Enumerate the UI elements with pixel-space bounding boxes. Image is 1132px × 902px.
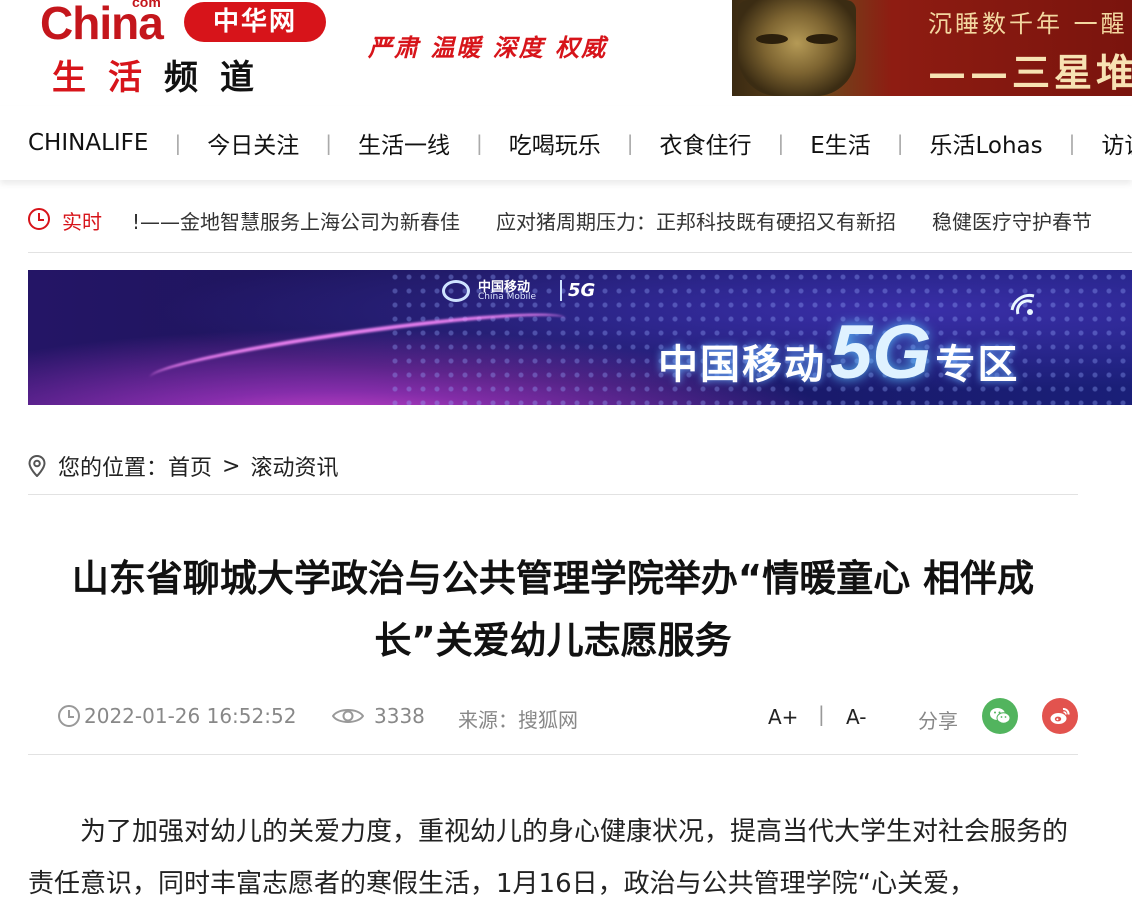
nav-item-lohas[interactable]: 乐活Lohas [929, 126, 1042, 160]
banner-title-prefix: 中国移动 [658, 342, 826, 388]
publish-datetime: 2022-01-26 16:52:52 [84, 704, 297, 728]
divider [28, 494, 1078, 495]
wechat-icon [990, 708, 1011, 724]
publish-time: 2022-01-26 16:52:52 [58, 704, 296, 728]
ticker-item[interactable]: 稳健医疗守护春节 [932, 206, 1092, 235]
nav-item-interview[interactable]: 访谈 [1101, 126, 1132, 160]
ticker-label: 实时 [62, 210, 102, 234]
ticker-item[interactable]: !——金地智慧服务上海公司为新春佳 [132, 206, 460, 235]
breadcrumb-prefix: 您的位置： [58, 456, 169, 481]
nav-separator: | [777, 131, 785, 155]
logo-com-text: com [132, 0, 161, 10]
share-label: 分享 [918, 709, 958, 733]
nav-separator: | [174, 131, 182, 155]
channel-char-4: 道 [220, 58, 276, 98]
location-pin-icon [28, 455, 46, 477]
china-mobile-mark-icon [442, 280, 470, 302]
mask-eye-left [756, 34, 788, 44]
china-mobile-logo: 中国移动 China Mobile 5G [442, 278, 612, 306]
article-meta: 2022-01-26 16:52:52 3338 来源：搜狐网 A+ | A- … [28, 698, 1078, 738]
nav-separator: | [475, 131, 483, 155]
logo-5g-badge: 5G [560, 280, 595, 301]
nav-list: CHINALIFE | 今日关注 | 生活一线 | 吃喝玩乐 | 衣食住行 | … [28, 106, 1132, 180]
logo-badge: 中华网 [184, 2, 326, 42]
nav-item-frontline[interactable]: 生活一线 [358, 126, 450, 160]
nav-item-food-fun[interactable]: 吃喝玩乐 [509, 126, 601, 160]
nav-item-chinalife[interactable]: CHINALIFE [28, 130, 148, 156]
weibo-icon [1050, 708, 1070, 724]
main-nav: CHINALIFE | 今日关注 | 生活一线 | 吃喝玩乐 | 衣食住行 | … [0, 106, 1132, 180]
font-size-increase-button[interactable]: A+ [768, 705, 798, 729]
share-wechat-button[interactable] [982, 698, 1018, 734]
breadcrumb-home-link[interactable]: 首页 [168, 450, 212, 482]
article-body-paragraph: 为了加强对幼儿的关爱力度，重视幼儿的身心健康状况，提高当代大学生对社会服务的责任… [28, 817, 1069, 899]
nav-item-daily-living[interactable]: 衣食住行 [659, 126, 751, 160]
nav-item-today[interactable]: 今日关注 [207, 126, 299, 160]
channel-char-3: 频 [164, 58, 220, 98]
divider [28, 252, 1132, 253]
banner-text-line2: ——三星堆 [928, 50, 1132, 95]
banner-title: 中国移动 5G 专区 [658, 310, 1020, 395]
breadcrumb-current-link[interactable]: 滚动资讯 [250, 450, 338, 482]
banner-text-line1: 沉睡数千年 一醒 [928, 10, 1128, 38]
font-size-separator: | [818, 702, 825, 726]
article-title: 山东省聊城大学政治与公共管理学院举办“情暖童心 相伴成长”关爱幼儿志愿服务 [71, 557, 1035, 662]
divider [28, 754, 1078, 755]
nav-item-e-life[interactable]: E生活 [810, 126, 871, 160]
font-size-decrease-button[interactable]: A- [846, 705, 866, 729]
ticker-item[interactable]: 应对猪周期压力：正邦科技既有硬招又有新招 [496, 206, 896, 235]
site-header: China com 中华网 生活频道 严肃 温暖 深度 权威 沉睡数千年 一醒 … [0, 0, 1132, 100]
top-ad-banner[interactable]: 沉睡数千年 一醒 ——三星堆 [732, 0, 1132, 96]
logo-en-text: China Mobile [478, 292, 537, 302]
breadcrumb-separator: > [222, 453, 241, 479]
china-mobile-5g-banner[interactable]: 中国移动 China Mobile 5G 中国移动 5G 专区 [28, 270, 1132, 405]
banner-title-suffix: 专区 [935, 342, 1020, 388]
breadcrumb: 您的位置： 首页 > 滚动资讯 [28, 450, 338, 482]
channel-char-1: 生 [52, 58, 108, 98]
nav-separator: | [626, 131, 634, 155]
realtime-ticker: 实时 !——金地智慧服务上海公司为新春佳 应对猪周期压力：正邦科技既有硬招又有新… [28, 194, 1132, 248]
share-weibo-button[interactable] [1042, 698, 1078, 734]
eye-icon [332, 709, 364, 723]
site-slogan: 严肃 温暖 深度 权威 [368, 33, 608, 62]
banner-title-5g: 5G [830, 310, 932, 395]
view-count: 3338 [332, 704, 425, 728]
site-logo[interactable]: China com 中华网 生活频道 [38, 0, 338, 99]
ticker-list: !——金地智慧服务上海公司为新春佳 应对猪周期压力：正邦科技既有硬招又有新招 稳… [132, 206, 1128, 235]
clock-icon [58, 705, 80, 727]
clock-icon [28, 208, 50, 230]
nav-separator: | [1068, 131, 1076, 155]
mask-eye-right [806, 34, 838, 44]
nav-separator: | [325, 131, 332, 155]
view-count-value: 3338 [374, 704, 425, 728]
article-source: 来源：搜狐网 [458, 708, 578, 732]
bronze-mask-image [738, 0, 856, 96]
nav-separator: | [896, 131, 904, 155]
channel-char-2: 活 [108, 58, 164, 98]
channel-name: 生活频道 [52, 50, 276, 99]
